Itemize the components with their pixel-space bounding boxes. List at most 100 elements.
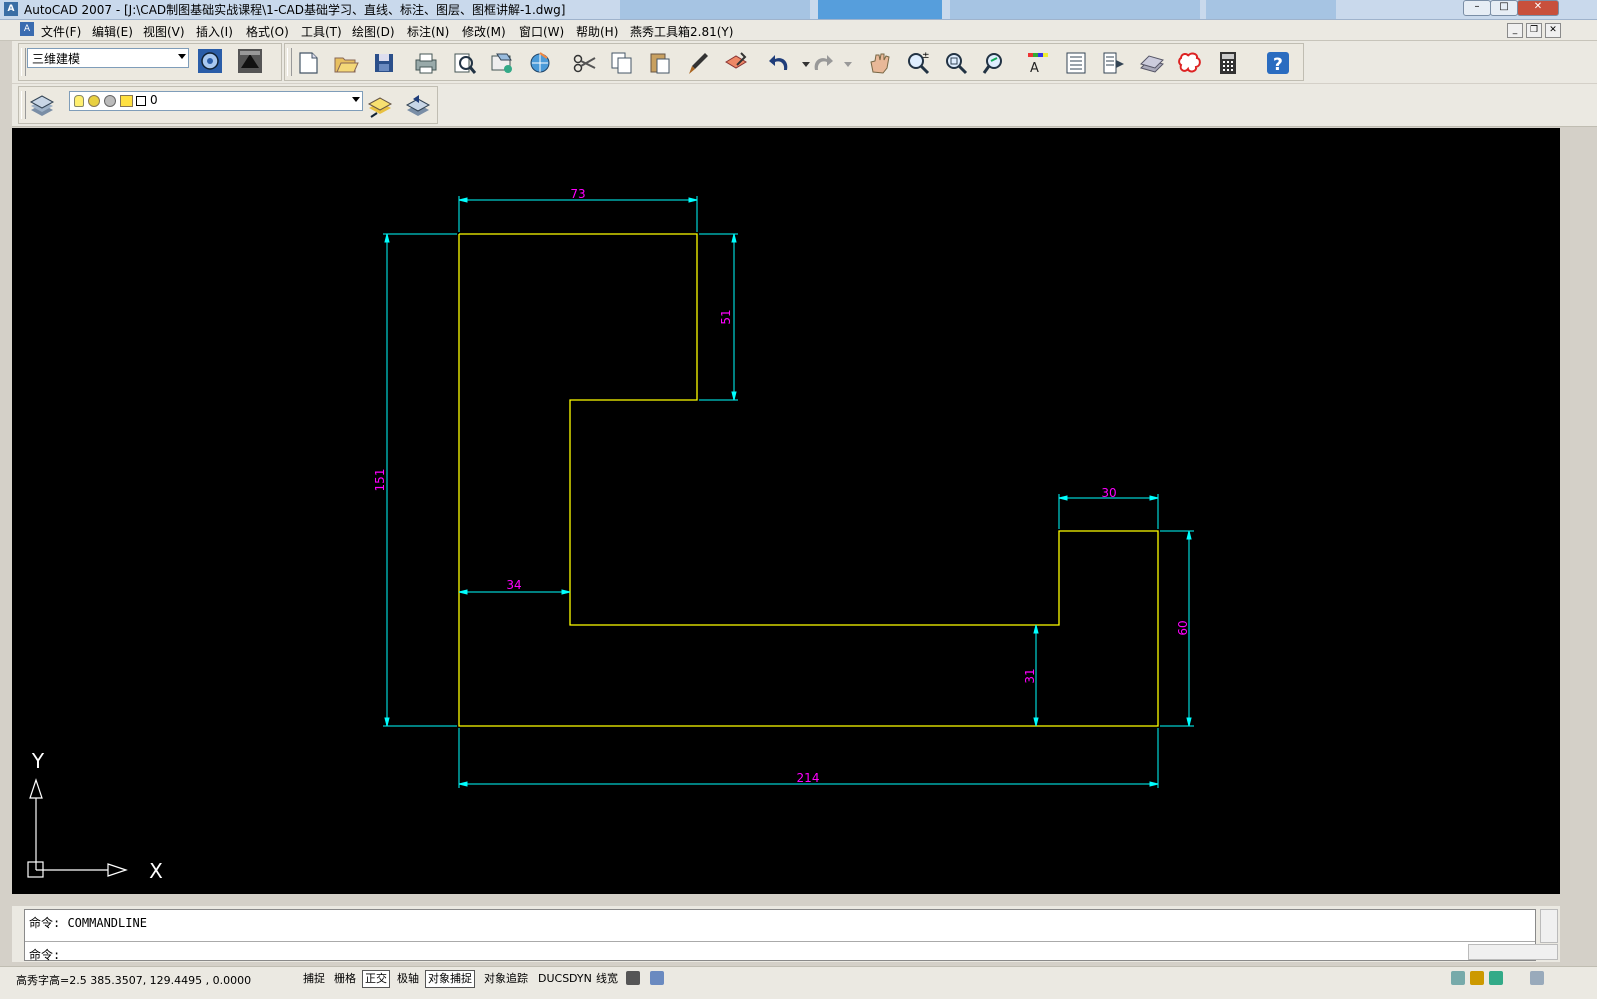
- save-icon[interactable]: [371, 50, 397, 76]
- command-history-line: 命令: COMMANDLINE: [29, 916, 147, 930]
- mdi-minimize-button[interactable]: _: [1507, 23, 1523, 38]
- publish-icon[interactable]: [489, 50, 515, 76]
- dim-text-top-width: 73: [570, 187, 585, 201]
- coordinate-readout[interactable]: 高秀字高=2.5 385.3507, 129.4495 , 0.0000: [16, 972, 251, 988]
- dim-text-right-block-width: 30: [1101, 486, 1116, 500]
- settings-icon[interactable]: [197, 48, 223, 74]
- workspace-icon[interactable]: [237, 48, 263, 74]
- svg-text:±: ±: [922, 51, 930, 61]
- redo-dropdown-chevron-down-icon[interactable]: [835, 50, 852, 76]
- menu-file[interactable]: 文件(F): [41, 23, 81, 40]
- redo-icon[interactable]: [809, 50, 835, 76]
- otrack-toggle[interactable]: 对象追踪: [481, 970, 531, 988]
- make-object-layer-current-icon[interactable]: [367, 93, 393, 119]
- tool-palettes-icon[interactable]: [1101, 50, 1127, 76]
- mdi-close-button[interactable]: ✕: [1545, 23, 1561, 38]
- markup-icon[interactable]: [1177, 50, 1203, 76]
- toolbar-grip[interactable]: [21, 91, 26, 119]
- menu-insert[interactable]: 插入(I): [196, 23, 233, 40]
- standard-toolbar: ± A ?: [284, 43, 1304, 81]
- menu-modify[interactable]: 修改(M): [462, 23, 506, 40]
- help-icon[interactable]: ?: [1265, 50, 1291, 76]
- lock-toolbar-icon[interactable]: [1470, 971, 1484, 985]
- window-title: AutoCAD 2007 - [J:\CAD制图基础实战课程\1-CAD基础学习…: [24, 3, 566, 17]
- menu-edit[interactable]: 编辑(E): [92, 23, 133, 40]
- svg-text:A: A: [1030, 61, 1039, 76]
- mdi-restore-button[interactable]: ❐: [1526, 23, 1542, 38]
- command-vertical-scrollbar[interactable]: [1540, 909, 1558, 943]
- block-editor-icon[interactable]: [723, 50, 749, 76]
- toolbar-grip[interactable]: [21, 48, 26, 76]
- layer-color-swatch: [136, 96, 146, 106]
- command-window: 命令: COMMANDLINE 命令:: [12, 906, 1560, 962]
- pan-icon[interactable]: [867, 50, 893, 76]
- title-bar: A AutoCAD 2007 - [J:\CAD制图基础实战课程\1-CAD基础…: [0, 0, 1597, 20]
- document-menu-icon[interactable]: A: [20, 22, 34, 36]
- layers-toolbar: 0: [18, 86, 438, 124]
- svg-text:?: ?: [1273, 55, 1283, 75]
- lineweight-toggle[interactable]: 线宽: [593, 970, 621, 988]
- part-outline: [458, 233, 1159, 727]
- menu-help[interactable]: 帮助(H): [576, 23, 618, 40]
- taskbar-tab-active-blur: [818, 0, 942, 19]
- minimize-window-button[interactable]: –: [1463, 0, 1491, 16]
- layer-previous-icon[interactable]: [405, 93, 431, 119]
- dimensions: [383, 196, 1194, 788]
- menu-draw[interactable]: 绘图(D): [352, 23, 395, 40]
- command-horizontal-scrollbar[interactable]: [1468, 944, 1558, 960]
- paste-icon[interactable]: [647, 50, 673, 76]
- trusted-dwg-icon[interactable]: [1489, 971, 1503, 985]
- canvas-scrollbar-area: [1560, 128, 1597, 894]
- menu-format[interactable]: 格式(O): [246, 23, 289, 40]
- cut-icon[interactable]: [571, 50, 597, 76]
- osnap-toggle[interactable]: 对象捕捉: [425, 970, 475, 988]
- grid-toggle[interactable]: 栅格: [331, 970, 359, 988]
- communication-center-icon[interactable]: [1451, 971, 1465, 985]
- menu-dimension[interactable]: 标注(N): [407, 23, 449, 40]
- copy-icon[interactable]: [609, 50, 635, 76]
- dim-text-total-width: 214: [797, 771, 820, 785]
- match-properties-icon[interactable]: [685, 50, 711, 76]
- quickcalc-icon[interactable]: [1215, 50, 1241, 76]
- maximize-window-button[interactable]: □: [1490, 0, 1518, 16]
- autocad-app-icon[interactable]: A: [4, 2, 18, 16]
- layout-icon[interactable]: [650, 971, 664, 985]
- chevron-down-icon: [178, 54, 186, 59]
- layer-properties-icon[interactable]: [29, 93, 55, 119]
- polar-toggle[interactable]: 极轴: [394, 970, 422, 988]
- sheet-set-icon[interactable]: [1139, 50, 1165, 76]
- lightbulb-icon: [74, 95, 84, 107]
- menu-tools[interactable]: 工具(T): [301, 23, 342, 40]
- chevron-down-icon: [352, 97, 360, 102]
- open-file-icon[interactable]: [333, 50, 359, 76]
- menu-window[interactable]: 窗口(W): [519, 23, 564, 40]
- print-preview-icon[interactable]: [451, 50, 477, 76]
- model-space-icon[interactable]: [626, 971, 640, 985]
- zoom-previous-icon[interactable]: [981, 50, 1007, 76]
- clean-screen-icon[interactable]: [1530, 971, 1544, 985]
- layer-combo[interactable]: 0: [69, 91, 363, 111]
- print-icon[interactable]: [413, 50, 439, 76]
- close-window-button[interactable]: ✕: [1517, 0, 1559, 16]
- 3d-publish-icon[interactable]: [527, 50, 553, 76]
- toolbar-grip[interactable]: [287, 48, 292, 76]
- snap-toggle[interactable]: 捕捉: [300, 970, 328, 988]
- design-center-icon[interactable]: [1063, 50, 1089, 76]
- command-history[interactable]: 命令: COMMANDLINE 命令:: [24, 909, 1536, 963]
- undo-icon[interactable]: [767, 50, 793, 76]
- dyn-toggle[interactable]: DYN: [566, 970, 595, 988]
- zoom-realtime-icon[interactable]: ±: [905, 50, 931, 76]
- command-prompt[interactable]: 命令:: [29, 946, 60, 963]
- undo-dropdown-chevron-down-icon[interactable]: [793, 50, 810, 76]
- dim-text-notch-height: 51: [719, 309, 733, 324]
- properties-icon[interactable]: A: [1025, 50, 1051, 76]
- zoom-window-icon[interactable]: [943, 50, 969, 76]
- ortho-toggle[interactable]: 正交: [362, 970, 390, 988]
- drawing-canvas[interactable]: 73 51 151 34 30 60 31 214 X Y: [12, 128, 1560, 894]
- new-file-icon[interactable]: [295, 50, 321, 76]
- menu-view[interactable]: 视图(V): [143, 23, 185, 40]
- dim-text-step-height: 31: [1023, 668, 1037, 683]
- menu-yanxiu-toolbox[interactable]: 燕秀工具箱2.81(Y): [630, 23, 733, 40]
- workspace-combo[interactable]: 三维建模: [27, 48, 189, 68]
- command-divider: [25, 941, 1535, 942]
